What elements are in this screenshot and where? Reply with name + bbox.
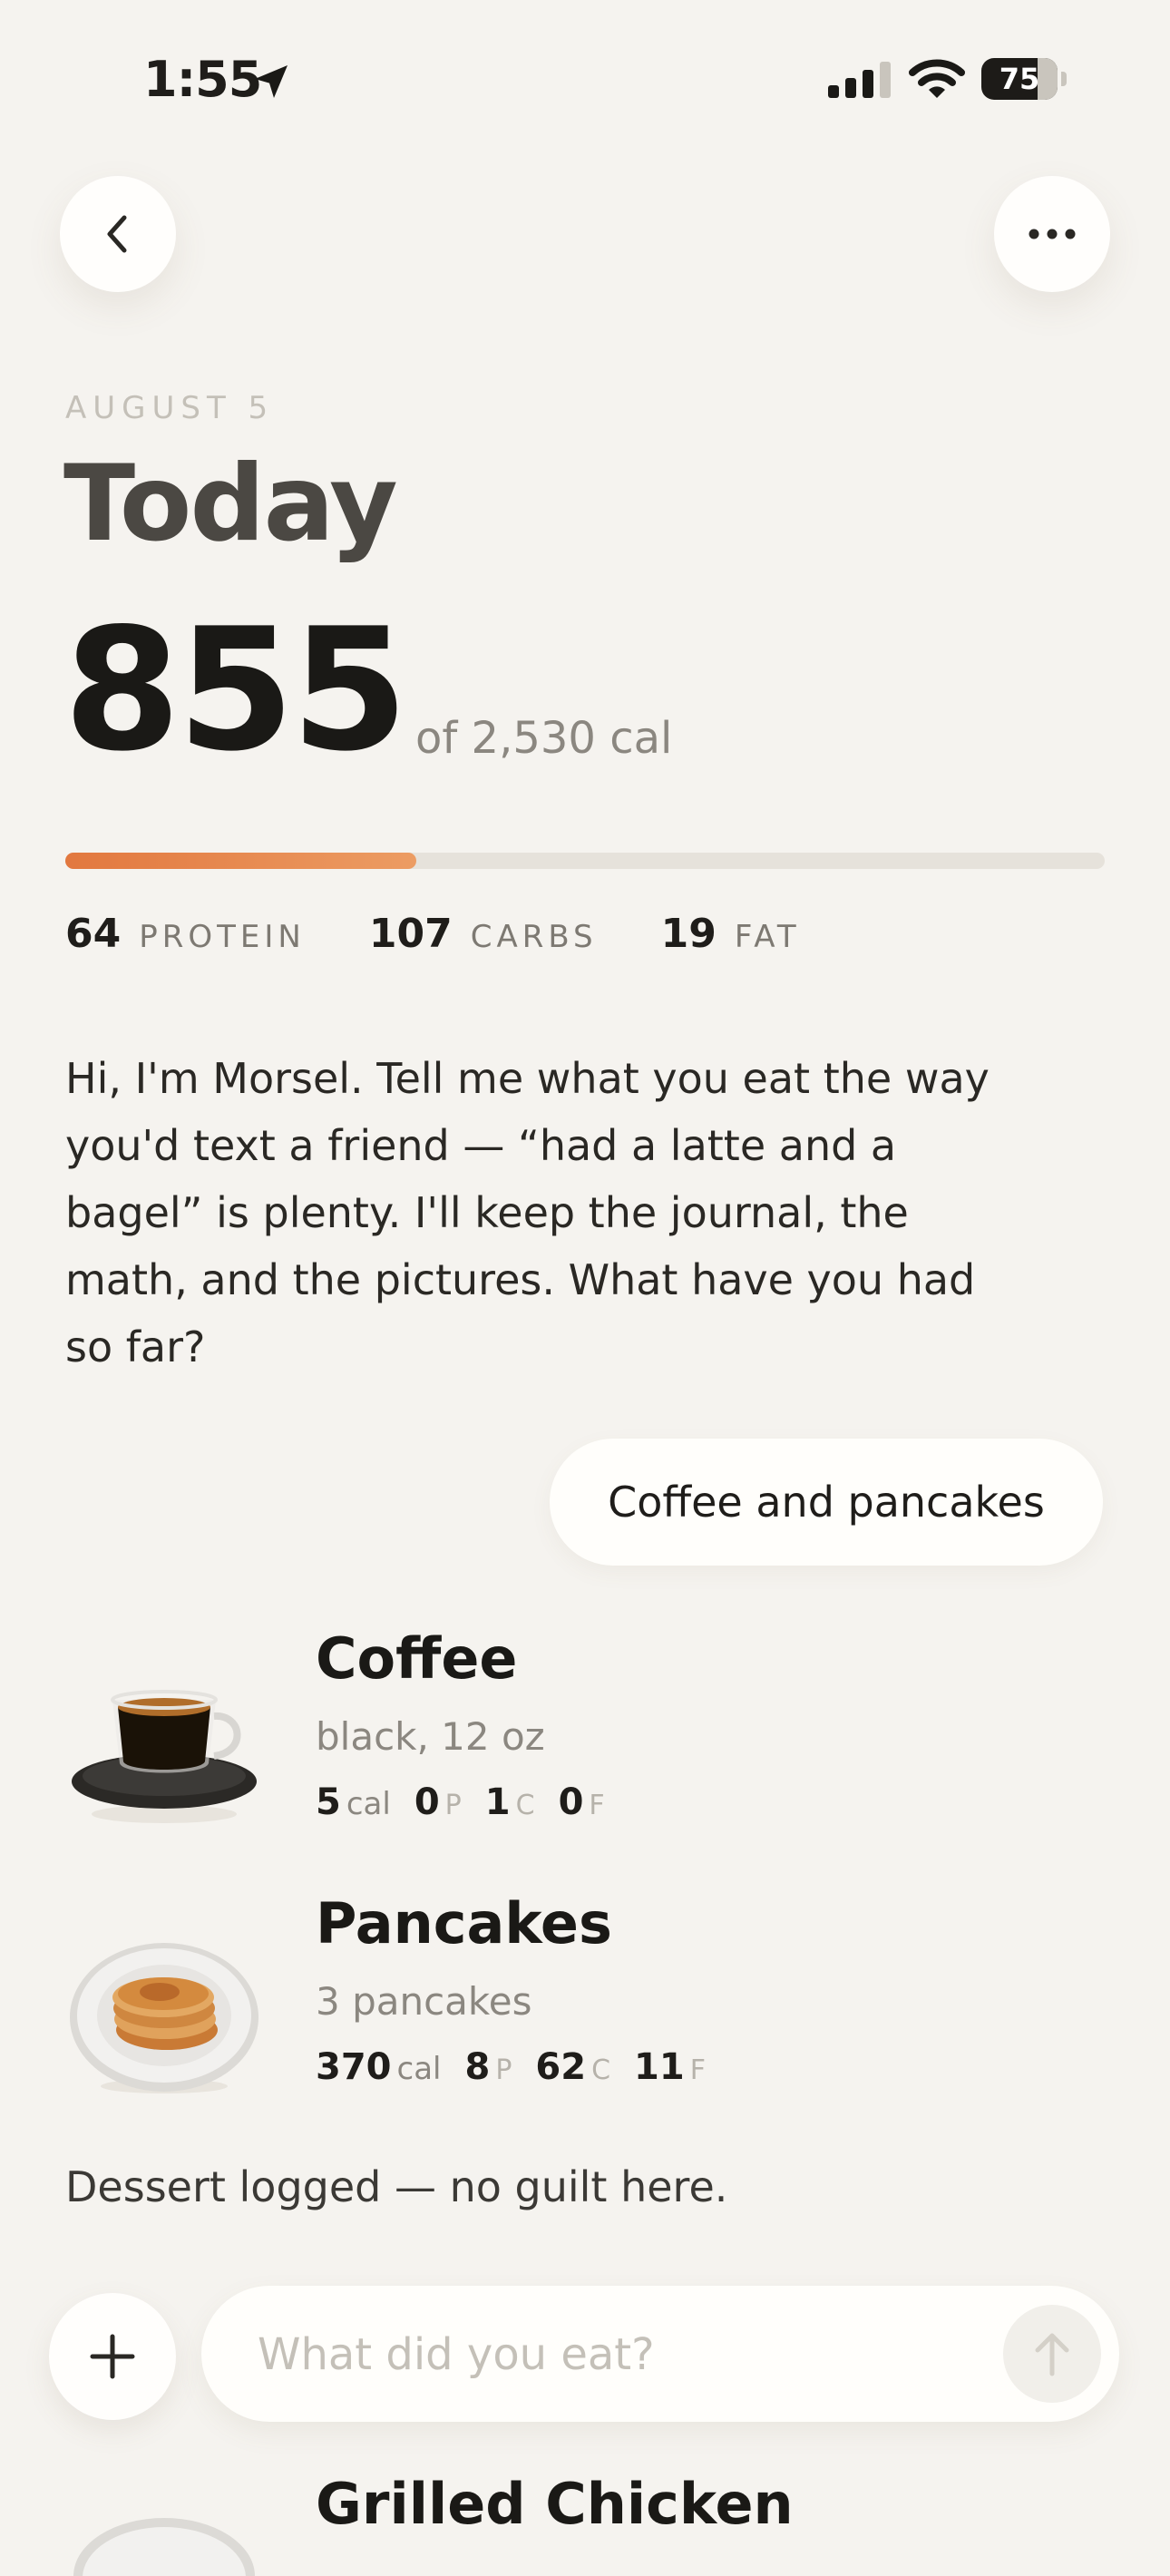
battery-tip [1061, 72, 1067, 86]
wifi-icon [909, 59, 965, 98]
calorie-progress-fill [65, 853, 417, 869]
page-title: Today [63, 443, 398, 565]
macro-protein: 64 PROTEIN [65, 911, 306, 957]
calories-consumed: 855 [63, 591, 408, 788]
assistant-note: Dessert logged — no guilt here. [65, 2162, 728, 2211]
battery-level: 75 [999, 62, 1040, 96]
fat-unit: F [689, 2054, 706, 2086]
carbs-value: 62 [535, 2046, 587, 2088]
battery-body: 75 [981, 58, 1058, 100]
back-button[interactable] [60, 176, 176, 292]
food-item-coffee[interactable]: Coffee black, 12 oz 5 cal 0 P 1 C 0 F [65, 1625, 1099, 1861]
calories-value: 370 [316, 2046, 392, 2088]
macro-value: 19 [660, 911, 717, 957]
cellular-signal-icon [828, 62, 891, 98]
ellipsis-icon [1029, 229, 1076, 239]
more-options-button[interactable] [994, 176, 1110, 292]
food-description: black, 12 oz [316, 1714, 545, 1759]
protein-value: 0 [414, 1781, 440, 1823]
protein-unit: P [495, 2054, 512, 2086]
fat-value: 0 [558, 1781, 584, 1823]
macro-value: 64 [65, 911, 122, 957]
macro-label: CARBS [470, 919, 598, 955]
chevron-left-icon [107, 215, 127, 253]
message-composer [201, 2286, 1119, 2424]
fat-value: 11 [634, 2046, 685, 2088]
calories-value: 5 [316, 1781, 341, 1823]
coffee-cup-icon [72, 1690, 257, 1823]
location-arrow-icon [255, 65, 288, 98]
calories-unit: cal [396, 2051, 442, 2087]
food-name: Coffee [316, 1625, 518, 1692]
plate-icon [73, 2518, 255, 2576]
macro-value: 107 [368, 911, 453, 957]
calorie-goal: of 2,530 cal [415, 713, 673, 764]
macro-label: FAT [734, 919, 801, 955]
pancakes-icon [70, 1943, 258, 2093]
food-name: Pancakes [316, 1890, 612, 1956]
date-label: AUGUST 5 [65, 390, 275, 426]
food-nutrition: 370 cal 8 P 62 C 11 F [316, 2046, 729, 2088]
battery-indicator: 75 [981, 58, 1068, 100]
food-item-pancakes[interactable]: Pancakes 3 pancakes 370 cal 8 P 62 C 11 … [65, 1890, 1099, 2126]
add-button[interactable] [49, 2293, 176, 2420]
carbs-unit: C [591, 2054, 611, 2086]
food-description: 3 pancakes [316, 1979, 532, 2024]
carbs-unit: C [515, 1790, 535, 1821]
carbs-value: 1 [484, 1781, 511, 1823]
food-name-peek: Grilled Chicken [316, 2471, 794, 2537]
status-time: 1:55 [143, 51, 262, 108]
macro-summary: 64 PROTEIN 107 CARBS 19 FAT [65, 911, 864, 957]
food-entry-input[interactable] [256, 2286, 967, 2424]
calories-unit: cal [346, 1786, 391, 1822]
fat-unit: F [589, 1790, 605, 1821]
macro-fat: 19 FAT [661, 911, 801, 957]
protein-value: 8 [464, 2046, 491, 2088]
food-nutrition: 5 cal 0 P 1 C 0 F [316, 1781, 629, 1823]
user-message-bubble: Coffee and pancakes [550, 1439, 1103, 1566]
assistant-message: Hi, I'm Morsel. Tell me what you eat the… [65, 1054, 990, 1371]
calorie-progress-bar [65, 853, 1105, 869]
protein-unit: P [444, 1790, 462, 1821]
macro-carbs: 107 CARBS [369, 911, 598, 957]
arrow-up-icon [1035, 2333, 1069, 2376]
macro-label: PROTEIN [139, 919, 306, 955]
send-button[interactable] [1003, 2305, 1101, 2403]
plus-icon [90, 2334, 135, 2379]
